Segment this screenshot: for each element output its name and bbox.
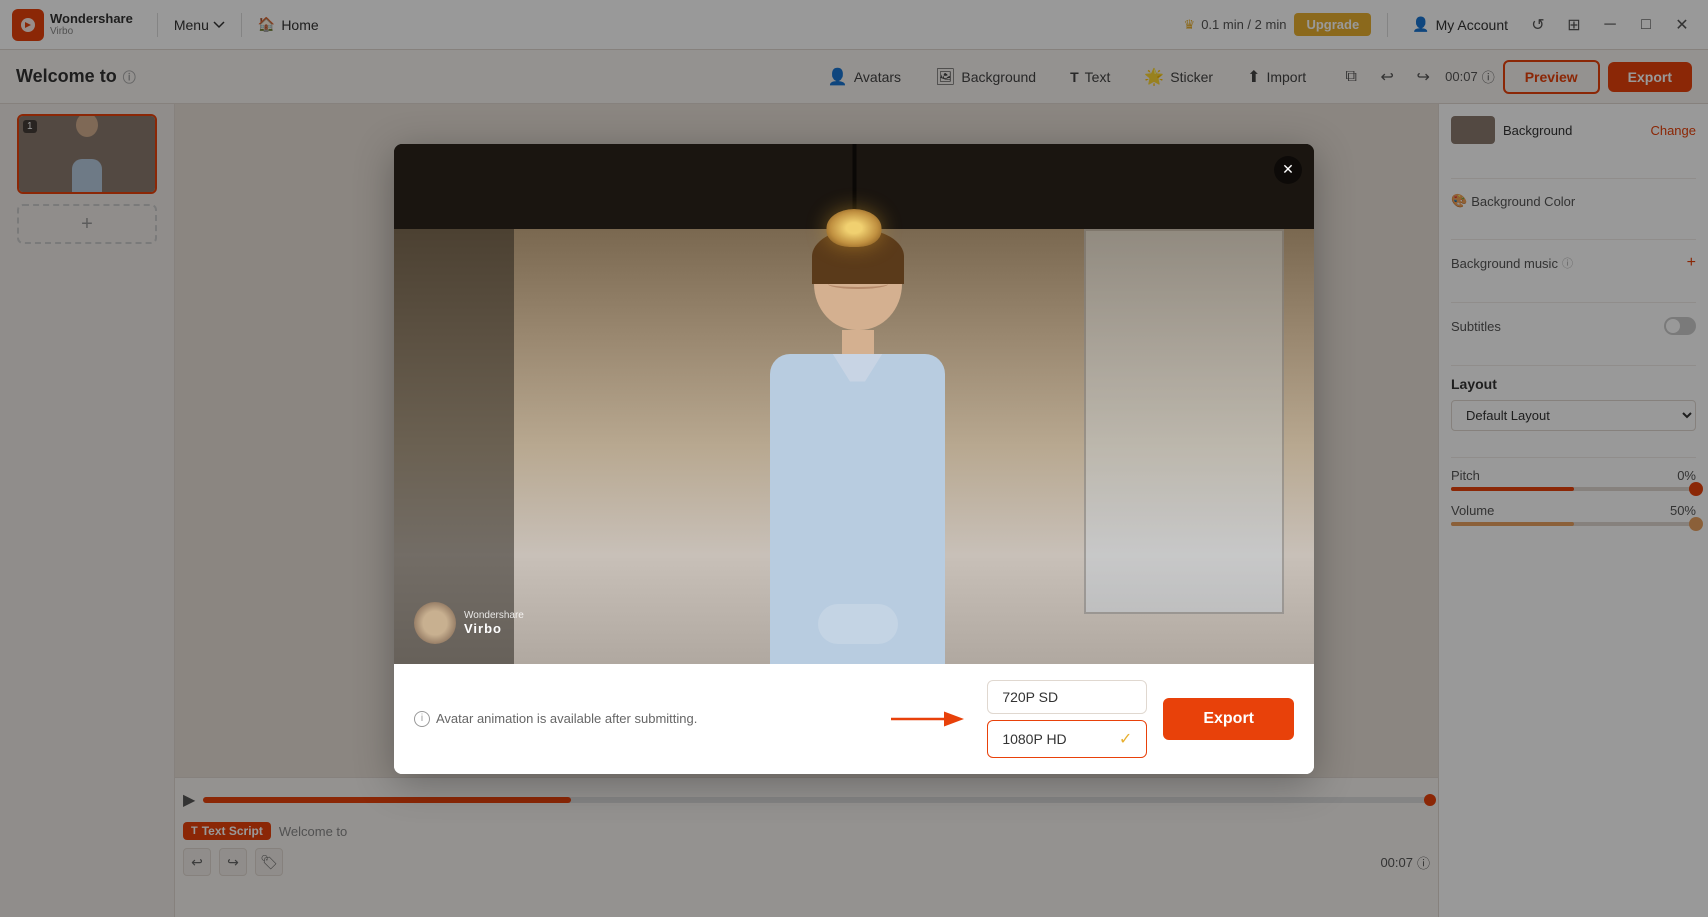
modal-watermark-avatar [414, 602, 456, 644]
resolution-check-icon: ✓ [1119, 729, 1132, 749]
modal-avatar-neck [842, 330, 874, 354]
modal-video-bg: Wondershare Virbo [394, 144, 1314, 664]
modal-avatar [770, 234, 945, 664]
modal-watermark-brand: Wondershare Virbo [464, 610, 524, 636]
resolution-1080p[interactable]: 1080P HD ✓ [987, 720, 1147, 758]
resolution-section: 720P SD 1080P HD ✓ [987, 680, 1147, 758]
modal-avatar-mouth [828, 279, 888, 289]
resolution-720p[interactable]: 720P SD [987, 680, 1147, 714]
modal-avatar-body [770, 354, 945, 664]
modal-watermark: Wondershare Virbo [414, 602, 524, 644]
modal-close-button[interactable]: ✕ [1274, 156, 1302, 184]
modal-avatar-hands [818, 604, 898, 644]
modal-bottom: i Avatar animation is available after su… [394, 664, 1314, 774]
modal-window [1084, 229, 1284, 614]
modal-video-area: Wondershare Virbo ✕ [394, 144, 1314, 664]
info-circle-icon: i [414, 711, 430, 727]
modal-lamp-cord [852, 144, 856, 209]
modal-overlay: Wondershare Virbo ✕ i Avatar animation i… [0, 0, 1708, 917]
modal-export-button[interactable]: Export [1163, 698, 1294, 740]
modal-avatar-collar [833, 354, 883, 382]
modal-left-panel [394, 229, 514, 664]
arrow-container [891, 707, 971, 731]
modal-avatar-head [814, 234, 902, 330]
arrow-icon [891, 707, 971, 731]
modal-info-text: Avatar animation is available after subm… [436, 711, 697, 726]
export-modal: Wondershare Virbo ✕ i Avatar animation i… [394, 144, 1314, 774]
modal-info: i Avatar animation is available after su… [414, 711, 875, 727]
modal-lamp [827, 144, 882, 247]
modal-lamp-shade [827, 209, 882, 247]
